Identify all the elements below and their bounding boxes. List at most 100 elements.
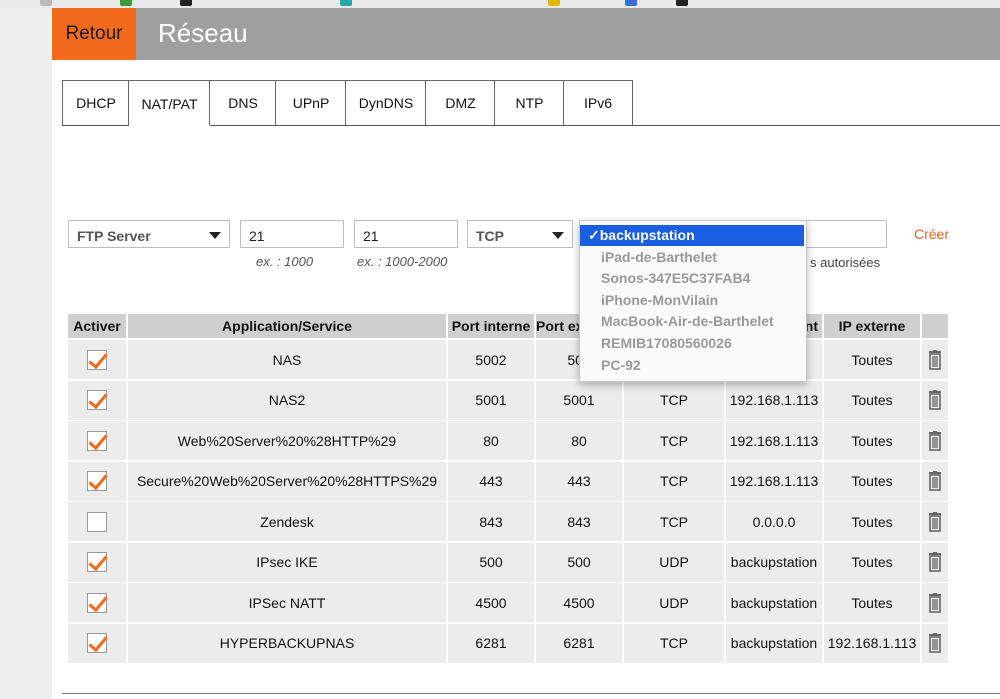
- table-row: NAS2 5001 5001 TCP 192.168.1.113 Toutes: [68, 380, 948, 420]
- internal-port-cell: 4500: [448, 583, 534, 622]
- service-select[interactable]: FTP Server: [68, 220, 230, 248]
- internal-port-text: 843: [479, 513, 503, 530]
- active-checkbox[interactable]: [87, 471, 107, 491]
- column-header-internal-port: Port interne: [448, 314, 534, 338]
- external-port-text: 4500: [563, 594, 595, 611]
- tab-upnp[interactable]: UPnP: [275, 80, 347, 125]
- active-checkbox-cell: [68, 380, 126, 420]
- external-ip-cell: Toutes: [824, 380, 920, 420]
- service-select-value: FTP Server: [77, 228, 151, 244]
- external-port-cell: 4500: [536, 583, 622, 622]
- tab-dmz[interactable]: DMZ: [425, 80, 496, 125]
- chevron-down-icon: [209, 232, 221, 239]
- device-text: 192.168.1.113: [729, 392, 819, 408]
- delete-cell: [922, 421, 948, 460]
- create-button[interactable]: Créer: [914, 226, 949, 242]
- trash-icon[interactable]: [927, 349, 943, 370]
- active-checkbox[interactable]: [87, 430, 107, 451]
- bookmark-icon[interactable]: [676, 0, 688, 6]
- dropdown-option[interactable]: iPhone-MonVilain: [580, 290, 804, 311]
- internal-port-text: 80: [483, 432, 499, 449]
- dropdown-option[interactable]: Sonos-347E5C37FAB4: [580, 268, 804, 289]
- active-checkbox-cell: [68, 461, 126, 501]
- external-port-text: 6281: [563, 635, 595, 651]
- protocol-select[interactable]: TCP: [467, 220, 573, 248]
- protocol-cell: TCP: [624, 380, 724, 420]
- protocol-text: TCP: [660, 392, 688, 408]
- dropdown-option[interactable]: PC-92: [580, 355, 804, 376]
- bookmark-icon[interactable]: [40, 0, 52, 6]
- internal-port-cell: 6281: [448, 623, 534, 663]
- internal-port-text: 5002: [475, 351, 507, 368]
- dropdown-option[interactable]: ✓backupstation: [580, 225, 804, 246]
- active-checkbox[interactable]: [87, 349, 107, 370]
- delete-cell: [922, 542, 948, 582]
- external-port-text: 443: [567, 473, 591, 489]
- trash-icon[interactable]: [927, 552, 943, 572]
- bookmark-icon[interactable]: [180, 0, 192, 6]
- active-checkbox[interactable]: [87, 511, 107, 532]
- delete-cell: [922, 380, 948, 420]
- trash-icon[interactable]: [927, 633, 943, 653]
- tab-dhcp[interactable]: DHCP: [62, 80, 130, 125]
- device-cell: 192.168.1.113: [726, 380, 822, 420]
- bookmark-icon[interactable]: [120, 0, 132, 6]
- external-port-cell: 443: [536, 461, 622, 501]
- internal-port-input[interactable]: 21: [240, 220, 344, 248]
- active-checkbox[interactable]: [87, 552, 107, 572]
- active-checkbox-cell: [68, 340, 126, 379]
- external-ip-text: Toutes: [851, 432, 893, 449]
- trash-icon[interactable]: [927, 471, 943, 491]
- protocol-cell: UDP: [624, 583, 724, 622]
- device-dropdown[interactable]: ✓backupstation iPad-de-Barthelet Sonos-347…: [579, 220, 807, 382]
- external-port-text: 843: [567, 513, 591, 530]
- dropdown-option[interactable]: iPad-de-Barthelet: [580, 247, 804, 268]
- external-port-input[interactable]: 21: [354, 220, 458, 248]
- application-cell: HYPERBACKUPNAS: [128, 623, 446, 663]
- tab-nat-pat[interactable]: NAT/PAT: [128, 80, 211, 126]
- active-checkbox-cell: [68, 583, 126, 622]
- trash-icon[interactable]: [927, 430, 943, 451]
- table-row: Zendesk 843 843 TCP 0.0.0.0 Toutes: [68, 502, 948, 541]
- bookmark-icon[interactable]: [548, 0, 560, 6]
- application-text: Zendesk: [260, 513, 314, 530]
- active-checkbox-cell: [68, 623, 126, 663]
- active-checkbox[interactable]: [87, 633, 107, 653]
- column-header-external-ip: IP externe: [824, 314, 920, 338]
- external-port-text: 500: [567, 554, 591, 570]
- external-ip-cell: Toutes: [824, 502, 920, 541]
- dropdown-option[interactable]: MacBook-Air-de-Barthelet: [580, 311, 804, 332]
- dropdown-option[interactable]: REMIB17080560026: [580, 333, 804, 354]
- device-cell: 192.168.1.113: [726, 421, 822, 460]
- tab-dns[interactable]: DNS: [209, 80, 277, 125]
- active-checkbox[interactable]: [87, 390, 107, 410]
- column-header-active: Activer: [68, 314, 126, 338]
- bookmark-icon[interactable]: [625, 0, 637, 6]
- tab-dyndns[interactable]: DynDNS: [345, 80, 427, 125]
- external-ip-cell: Toutes: [824, 461, 920, 501]
- device-text: backupstation: [730, 554, 818, 570]
- protocol-cell: TCP: [624, 623, 724, 663]
- allowed-ip-input[interactable]: [800, 220, 887, 248]
- application-text: IPsec IKE: [256, 554, 318, 570]
- footer-divider: [62, 693, 1000, 694]
- protocol-text: TCP: [660, 473, 688, 489]
- tab-ipv6[interactable]: IPv6: [563, 80, 633, 125]
- table-row: IPSec NATT 4500 4500 UDP backupstation Toutes: [68, 583, 948, 622]
- application-text: Secure%20Web%20Server%20%28HTTPS%29: [136, 473, 438, 489]
- external-ip-cell: Toutes: [824, 340, 920, 379]
- delete-cell: [922, 461, 948, 501]
- table-row: NAS5002500113Toutes: [68, 340, 948, 379]
- internal-port-text: 500: [479, 554, 503, 570]
- bookmark-icon[interactable]: [340, 0, 352, 6]
- tab-ntp[interactable]: NTP: [494, 80, 565, 125]
- application-text: HYPERBACKUPNAS: [219, 635, 355, 651]
- trash-icon[interactable]: [927, 592, 943, 613]
- back-button[interactable]: Retour: [52, 8, 136, 60]
- protocol-cell: TCP: [624, 421, 724, 460]
- protocol-text: TCP: [660, 635, 688, 651]
- trash-icon[interactable]: [927, 390, 943, 410]
- trash-icon[interactable]: [927, 511, 943, 532]
- delete-cell: [922, 583, 948, 622]
- active-checkbox[interactable]: [87, 592, 107, 613]
